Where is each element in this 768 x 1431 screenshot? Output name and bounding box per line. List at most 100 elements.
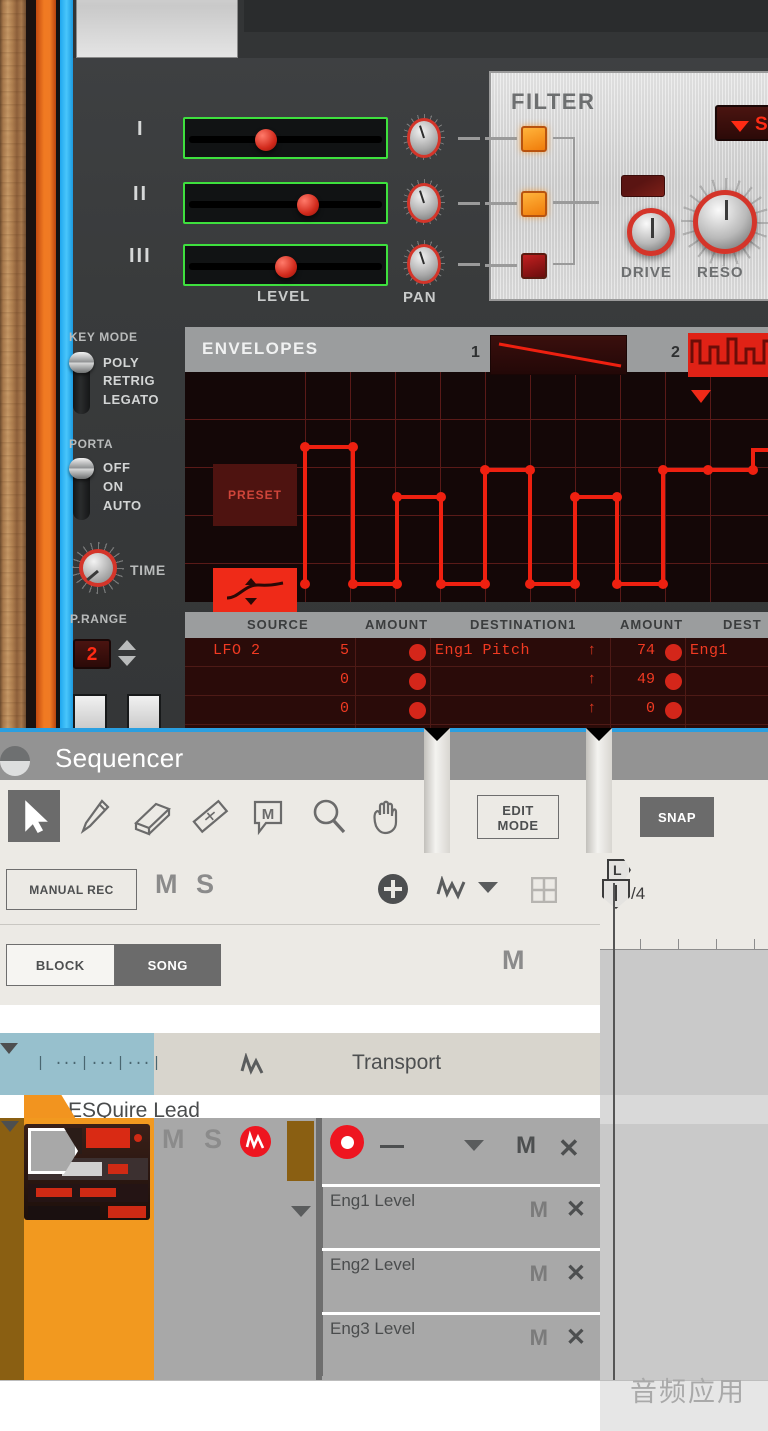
automation-lane-3[interactable]: Eng3 Level M ✕ xyxy=(316,1312,600,1376)
automation-chevron-down-icon[interactable] xyxy=(478,882,498,893)
manual-rec-button[interactable]: MANUAL REC xyxy=(6,869,137,910)
transport-automation-icon[interactable] xyxy=(240,1053,270,1079)
edit-mode-button[interactable]: EDIT MODE xyxy=(477,795,559,839)
drive-knob[interactable] xyxy=(627,208,675,256)
filter-route-2[interactable] xyxy=(521,191,547,217)
filter-route-3[interactable] xyxy=(521,253,547,279)
level-slider-3[interactable] xyxy=(183,244,388,286)
porta-option-auto[interactable]: AUTO xyxy=(103,498,142,513)
mm-row0-destination1[interactable]: Eng1 Pitch xyxy=(435,642,530,659)
track-lane-close-icon[interactable]: ✕ xyxy=(558,1135,580,1161)
mm-row0-polarity-icon[interactable]: ↑ xyxy=(588,641,596,658)
keyboard-key-2[interactable] xyxy=(127,694,161,728)
pan-knob-1[interactable] xyxy=(407,118,441,158)
automation-lane-2[interactable]: Eng2 Level M ✕ xyxy=(316,1248,600,1312)
track-record-button[interactable] xyxy=(330,1125,364,1159)
mm-row0-source[interactable]: LFO 2 xyxy=(213,642,261,659)
mixer-row-label-1: I xyxy=(137,118,145,140)
table-row[interactable]: LFO 2 5 Eng1 Pitch ↑ 74 Eng1 xyxy=(185,638,768,667)
porta-switch-cap[interactable] xyxy=(69,458,94,479)
porta-option-on[interactable]: ON xyxy=(103,479,124,494)
automation-curve-icon[interactable] xyxy=(436,876,470,902)
panel-divider-handle-2[interactable] xyxy=(586,728,612,872)
table-row[interactable]: 0 ↑ 49 xyxy=(185,667,768,696)
osc-metal-button[interactable] xyxy=(76,0,238,58)
transport-lane-row[interactable]: | ··· | ··· | ··· | Transport xyxy=(0,1033,600,1095)
pencil-tool[interactable] xyxy=(68,790,120,842)
transport-collapse-icon[interactable] xyxy=(0,1043,18,1054)
key-mode-option-retrig[interactable]: RETRIG xyxy=(103,373,155,388)
porta-time-knob[interactable] xyxy=(79,549,117,587)
mm-row1-amount1[interactable]: 0 xyxy=(315,671,349,688)
global-mute-button[interactable]: M xyxy=(155,869,178,900)
table-row[interactable]: 0 ↑ 0 xyxy=(185,696,768,725)
timeline-track-area[interactable] xyxy=(600,950,768,1431)
automation-lane-1-close-icon[interactable]: ✕ xyxy=(566,1195,586,1224)
level-slider-2[interactable] xyxy=(183,182,388,224)
track-lane-mute[interactable]: M xyxy=(516,1132,536,1160)
add-track-button[interactable] xyxy=(378,874,408,904)
pan-knob-2[interactable] xyxy=(407,183,441,223)
mm-row1-knob1[interactable] xyxy=(409,673,426,690)
arrow-tool[interactable] xyxy=(8,790,60,842)
automation-lane-1-mute[interactable]: M xyxy=(530,1197,548,1223)
key-mode-option-poly[interactable]: POLY xyxy=(103,355,139,370)
envelope-grid[interactable]: PRESET EDIT Y-POS xyxy=(185,372,768,654)
p-range-up-icon[interactable] xyxy=(118,640,136,650)
loop-start-marker[interactable]: L xyxy=(607,859,631,881)
filter-route-1[interactable] xyxy=(521,126,547,152)
p-range-display[interactable]: 2 xyxy=(73,639,111,669)
track-dash-icon[interactable] xyxy=(380,1145,404,1148)
half-circle-icon[interactable] xyxy=(0,746,30,776)
track-solo-button[interactable]: S xyxy=(204,1124,222,1155)
envelope-preset-button[interactable]: PRESET xyxy=(213,464,297,526)
global-solo-button[interactable]: S xyxy=(196,869,214,900)
automation-group-collapse-icon[interactable] xyxy=(291,1206,311,1217)
song-button[interactable]: SONG xyxy=(114,944,221,986)
mm-row0-knob2[interactable] xyxy=(665,644,682,661)
mm-row2-knob2[interactable] xyxy=(665,702,682,719)
mute-tool[interactable]: M xyxy=(242,790,294,842)
track-mute-button[interactable]: M xyxy=(162,1124,185,1155)
timeline-ruler[interactable]: L /4 xyxy=(600,853,768,950)
mm-row2-amount2[interactable]: 0 xyxy=(615,700,655,717)
automation-lane-1[interactable]: Eng1 Level M ✕ xyxy=(316,1184,600,1248)
key-mode-switch-cap[interactable] xyxy=(69,352,94,373)
keyboard-key-1[interactable] xyxy=(73,694,107,728)
zoom-tool[interactable] xyxy=(302,790,354,842)
grid-icon[interactable] xyxy=(531,877,557,903)
snap-button[interactable]: SNAP xyxy=(640,797,714,837)
filter-type-display[interactable]: SV xyxy=(715,105,768,141)
cut-tool[interactable] xyxy=(184,790,236,842)
pan-knob-3[interactable] xyxy=(407,244,441,284)
mm-row0-destination2[interactable]: Eng1 xyxy=(690,642,728,659)
track-collapse-icon[interactable] xyxy=(1,1121,19,1132)
track-chevron-down-icon[interactable] xyxy=(464,1140,484,1151)
automation-lane-2-close-icon[interactable]: ✕ xyxy=(566,1259,586,1288)
automation-lane-3-mute[interactable]: M xyxy=(530,1325,548,1351)
key-mode-option-legato[interactable]: LEGATO xyxy=(103,392,159,407)
hand-tool[interactable] xyxy=(360,790,412,842)
automation-lane-2-mute[interactable]: M xyxy=(530,1261,548,1287)
mm-row1-polarity-icon[interactable]: ↑ xyxy=(588,670,596,687)
track-automation-badge-icon[interactable] xyxy=(240,1126,271,1157)
level-slider-1[interactable] xyxy=(183,117,388,159)
mm-row1-knob2[interactable] xyxy=(665,673,682,690)
row2-mute-button[interactable]: M xyxy=(502,945,525,976)
mm-row0-amount1[interactable]: 5 xyxy=(315,642,349,659)
mm-row2-knob1[interactable] xyxy=(409,702,426,719)
mm-row2-polarity-icon[interactable]: ↑ xyxy=(588,699,596,716)
mm-row0-knob1[interactable] xyxy=(409,644,426,661)
mm-row2-amount1[interactable]: 0 xyxy=(315,700,349,717)
eraser-tool[interactable] xyxy=(126,790,178,842)
mm-row0-amount2[interactable]: 74 xyxy=(615,642,655,659)
block-button[interactable]: BLOCK xyxy=(6,944,115,986)
envelope-thumbnail-2[interactable] xyxy=(688,333,768,377)
reso-knob[interactable] xyxy=(693,190,757,254)
automation-lane-3-close-icon[interactable]: ✕ xyxy=(566,1323,586,1352)
panel-divider-handle-1[interactable] xyxy=(424,728,450,872)
mm-row1-amount2[interactable]: 49 xyxy=(615,671,655,688)
porta-option-off[interactable]: OFF xyxy=(103,460,131,475)
envelope-thumbnail-1[interactable] xyxy=(490,335,627,375)
p-range-down-icon[interactable] xyxy=(118,656,136,666)
